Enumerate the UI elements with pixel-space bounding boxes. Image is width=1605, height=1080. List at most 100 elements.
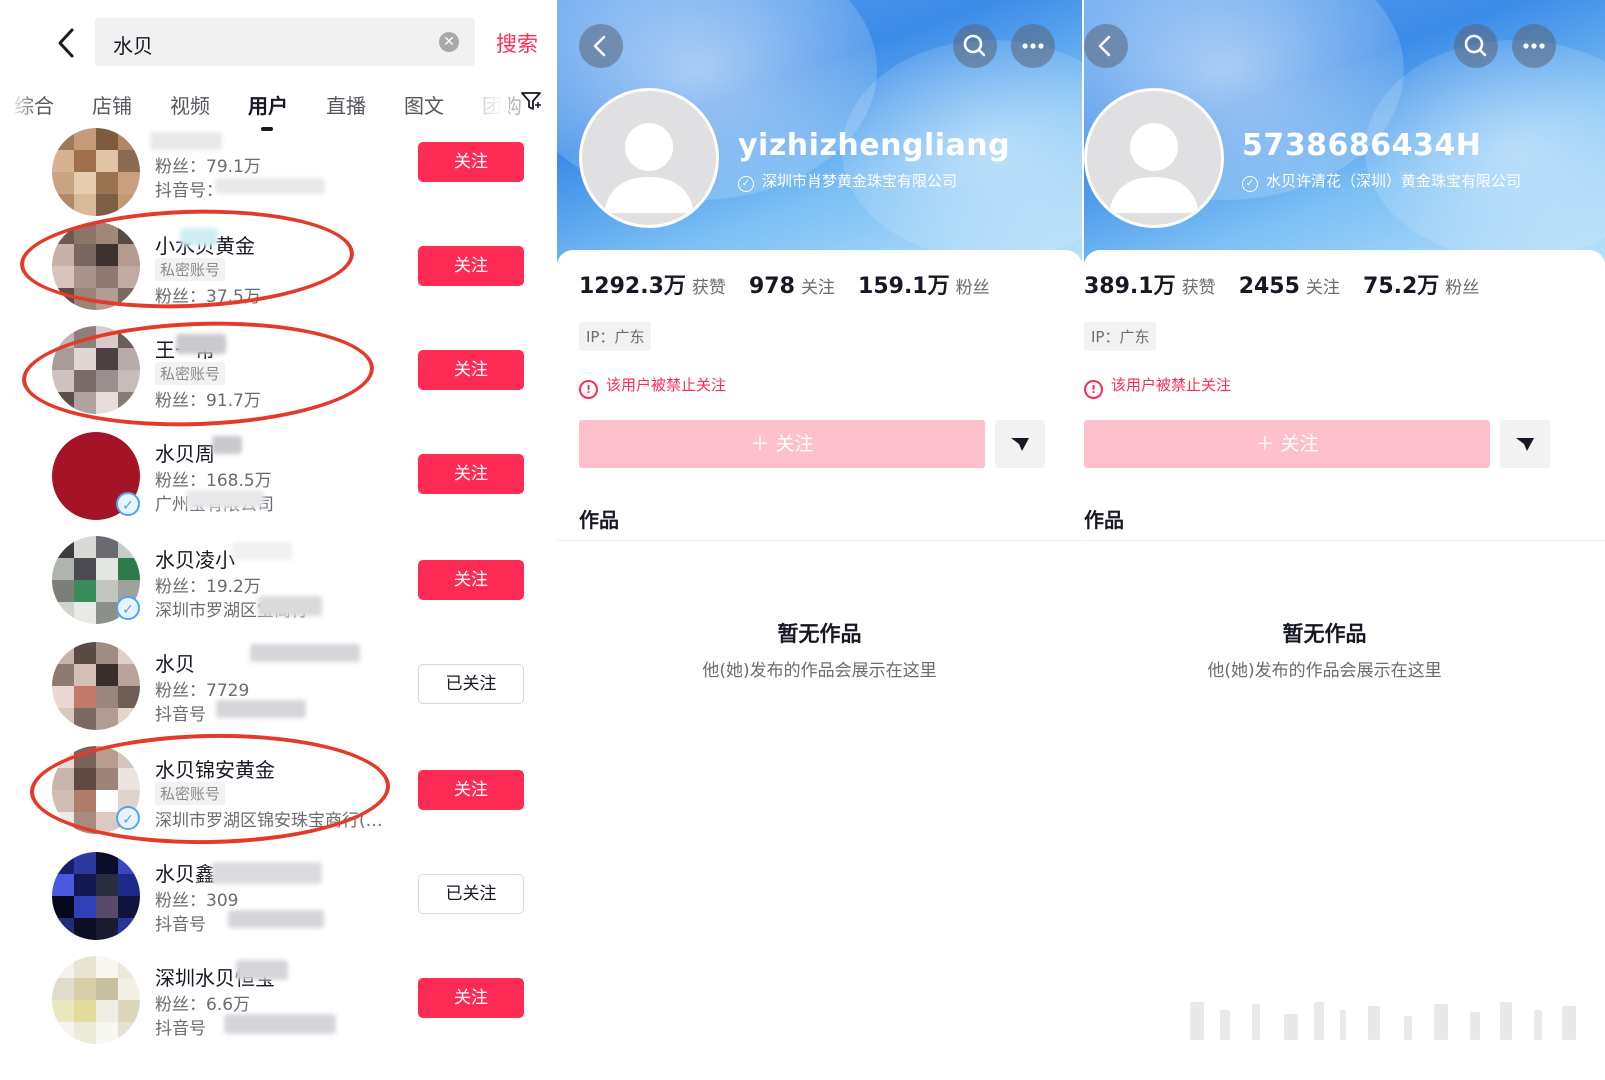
blurred-name: [212, 862, 322, 884]
douyin-id: 抖音号: [155, 705, 206, 725]
fans-count: 粉丝：6.6万: [155, 995, 251, 1015]
list-item[interactable]: 深圳水贝恒宝 粉丝：6.6万 抖音号 关注: [0, 954, 556, 1059]
follow-button[interactable]: 关注: [418, 978, 524, 1018]
certification-text: 深圳市肖梦黄金珠宝有限公司: [762, 172, 958, 190]
list-item[interactable]: 水贝 粉丝：7729 抖音号 已关注: [0, 640, 556, 745]
user-name: 水贝周: [155, 442, 215, 466]
verified-icon: ✓: [116, 596, 140, 620]
blurred-name: [250, 644, 360, 662]
back-button[interactable]: [579, 24, 623, 68]
divider: [1084, 540, 1605, 541]
avatar: [52, 956, 140, 1044]
follow-button[interactable]: 关注: [418, 560, 524, 600]
following-label[interactable]: 关注: [1306, 278, 1340, 298]
avatar: [52, 128, 140, 216]
follow-button-disabled[interactable]: ＋ 关注: [1084, 420, 1490, 468]
blurred-name: [212, 436, 242, 454]
fans-count: 粉丝：168.5万: [155, 471, 272, 491]
likes-count: 389.1万: [1084, 274, 1176, 299]
likes-count: 1292.3万: [579, 274, 686, 299]
blurred-id: [228, 910, 324, 928]
divider: [557, 540, 1082, 541]
watermark: [1190, 992, 1590, 1040]
profile-stats: 389.1万 获赞 2455 关注 75.2万 粉丝: [1084, 268, 1497, 300]
banned-text: 该用户被禁止关注: [1111, 376, 1232, 394]
follow-button-disabled[interactable]: ＋ 关注: [579, 420, 985, 468]
follow-button[interactable]: 关注: [418, 246, 524, 286]
search-input[interactable]: 水贝 ✕: [95, 18, 475, 66]
back-chevron-icon[interactable]: [52, 26, 82, 60]
following-label[interactable]: 关注: [801, 278, 835, 298]
blurred-id: [216, 700, 306, 718]
blurred-id: [215, 178, 325, 194]
profile-certification: ✓ 深圳市肖梦黄金珠宝有限公司: [738, 170, 957, 192]
search-button[interactable]: [1454, 24, 1498, 68]
filter-icon[interactable]: [520, 90, 542, 112]
empty-works-subtitle: 他(她)发布的作品会展示在这里: [1207, 661, 1442, 681]
warning-icon: !: [579, 380, 598, 399]
blurred-name: [150, 132, 222, 150]
empty-works-title: 暂无作品: [777, 622, 862, 646]
list-item[interactable]: ✓ 水贝凌小 粉丝：19.2万 深圳市罗湖区宝商行 关注: [0, 536, 556, 641]
fans-count[interactable]: 75.2万: [1363, 274, 1439, 299]
back-chevron-icon: [1098, 35, 1111, 57]
follow-button[interactable]: 关注: [418, 142, 524, 182]
back-chevron-icon: [593, 35, 606, 57]
verified-icon: ✓: [116, 492, 140, 516]
fans-label[interactable]: 粉丝: [1445, 278, 1479, 298]
verified-icon: ✓: [738, 176, 754, 192]
profile-stats: 1292.3万 获赞 978 关注 159.1万 粉丝: [579, 268, 1008, 300]
more-icon: [1022, 43, 1044, 49]
recommend-toggle-button[interactable]: [995, 420, 1045, 468]
tab-users[interactable]: 用户: [248, 90, 288, 119]
avatar: [52, 642, 140, 730]
more-button[interactable]: [1512, 24, 1556, 68]
likes-label: 获赞: [691, 278, 726, 298]
default-avatar-icon: [579, 88, 719, 228]
empty-works-subtitle: 他(她)发布的作品会展示在这里: [702, 661, 937, 681]
more-icon: [1523, 43, 1545, 49]
profile-screen-1: yizhizhengliang ✓ 深圳市肖梦黄金珠宝有限公司 1292.3万 获赞…: [557, 0, 1082, 1080]
fans-label[interactable]: 粉丝: [956, 278, 990, 298]
douyin-id: 抖音号：: [155, 181, 223, 201]
douyin-id: 抖音号: [155, 1019, 206, 1039]
user-name: 水贝凌小: [155, 548, 235, 572]
works-tab[interactable]: 作品: [579, 504, 619, 533]
follow-button[interactable]: 关注: [418, 350, 524, 390]
fans-count: 粉丝：79.1万: [155, 157, 261, 177]
fans-count[interactable]: 159.1万: [858, 274, 950, 299]
search-button[interactable]: [953, 24, 997, 68]
banned-text: 该用户被禁止关注: [606, 376, 727, 394]
recommend-toggle-button[interactable]: [1500, 420, 1550, 468]
tab-shops[interactable]: 店铺: [92, 90, 132, 119]
blurred-name: [236, 960, 288, 980]
list-item[interactable]: ✓ 水贝周 粉丝：168.5万 广州宝有限公司 关注: [0, 430, 556, 535]
list-item[interactable]: 水贝鑫 粉丝：309 抖音号 已关注: [0, 850, 556, 955]
douyin-id: 抖音号: [155, 915, 206, 935]
back-button[interactable]: [1084, 24, 1128, 68]
follow-banned-notice: ! 该用户被禁止关注: [579, 374, 726, 399]
ip-location-tag: IP：广东: [579, 322, 652, 351]
tab-live[interactable]: 直播: [326, 90, 366, 119]
following-count[interactable]: 2455: [1239, 274, 1300, 299]
profile-name: 5738686434H: [1242, 128, 1482, 163]
followed-button[interactable]: 已关注: [418, 664, 524, 704]
clear-icon[interactable]: ✕: [439, 32, 459, 52]
search-icon: [1464, 34, 1487, 57]
followed-button[interactable]: 已关注: [418, 874, 524, 914]
certification-text: 水贝许清花（深圳）黄金珠宝有限公司: [1266, 172, 1522, 190]
dropdown-triangle-icon: [1011, 438, 1029, 451]
profile-screen-2: 5738686434H ✓ 水贝许清花（深圳）黄金珠宝有限公司 389.1万 获赞 …: [1084, 0, 1605, 1080]
following-count[interactable]: 978: [749, 274, 795, 299]
tab-fade-right: [468, 86, 508, 126]
tab-videos[interactable]: 视频: [170, 90, 210, 119]
more-button[interactable]: [1011, 24, 1055, 68]
follow-button[interactable]: 关注: [418, 770, 524, 810]
avatar: [52, 852, 140, 940]
profile-name: yizhizhengliang: [738, 128, 1011, 163]
tab-posts[interactable]: 图文: [404, 90, 444, 119]
blurred-id: [224, 1014, 336, 1034]
search-button[interactable]: 搜索: [496, 28, 538, 58]
works-tab[interactable]: 作品: [1084, 504, 1124, 533]
follow-button[interactable]: 关注: [418, 454, 524, 494]
